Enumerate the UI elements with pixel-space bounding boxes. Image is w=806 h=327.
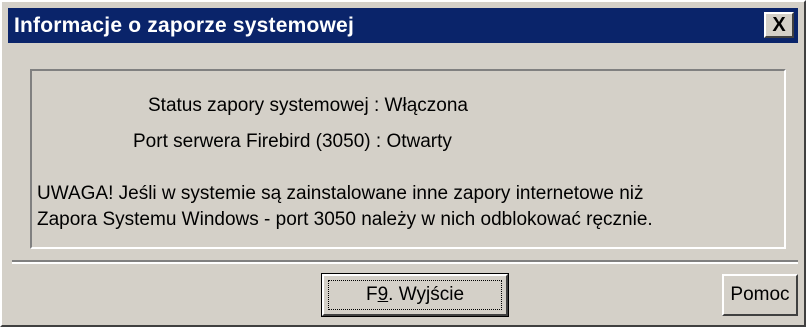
firewall-info-dialog: Informacje o zaporze systemowej X Status…	[0, 0, 806, 327]
firewall-status-row: Status zapory systemowej : Włączona	[148, 95, 468, 117]
dialog-title: Informacje o zaporze systemowej	[14, 13, 354, 37]
warning-line-1: UWAGA! Jeśli w systemie są zainstalowane…	[37, 183, 644, 204]
warning-message: UWAGA! Jeśli w systemie są zainstalowane…	[37, 181, 777, 233]
info-panel: Status zapory systemowej : Włączona Port…	[30, 69, 786, 249]
firewall-status-label: Status zapory systemowej :	[148, 95, 380, 116]
help-button-label: Pomoc	[730, 284, 790, 305]
close-icon: X	[772, 14, 786, 36]
exit-button[interactable]: F9. Wyjście	[321, 273, 509, 317]
server-port-value: Otwarty	[386, 131, 452, 152]
close-button[interactable]: X	[764, 12, 794, 38]
server-port-row: Port serwera Firebird (3050) : Otwarty	[133, 131, 452, 153]
firewall-status-value: Włączona	[384, 95, 468, 116]
help-button[interactable]: Pomoc	[722, 274, 798, 316]
focus-rectangle	[328, 280, 502, 310]
title-bar[interactable]: Informacje o zaporze systemowej X	[8, 8, 798, 43]
button-separator	[12, 260, 798, 264]
warning-line-2: Zapora Systemu Windows - port 3050 należ…	[37, 209, 653, 230]
server-port-label: Port serwera Firebird (3050) :	[133, 131, 382, 152]
